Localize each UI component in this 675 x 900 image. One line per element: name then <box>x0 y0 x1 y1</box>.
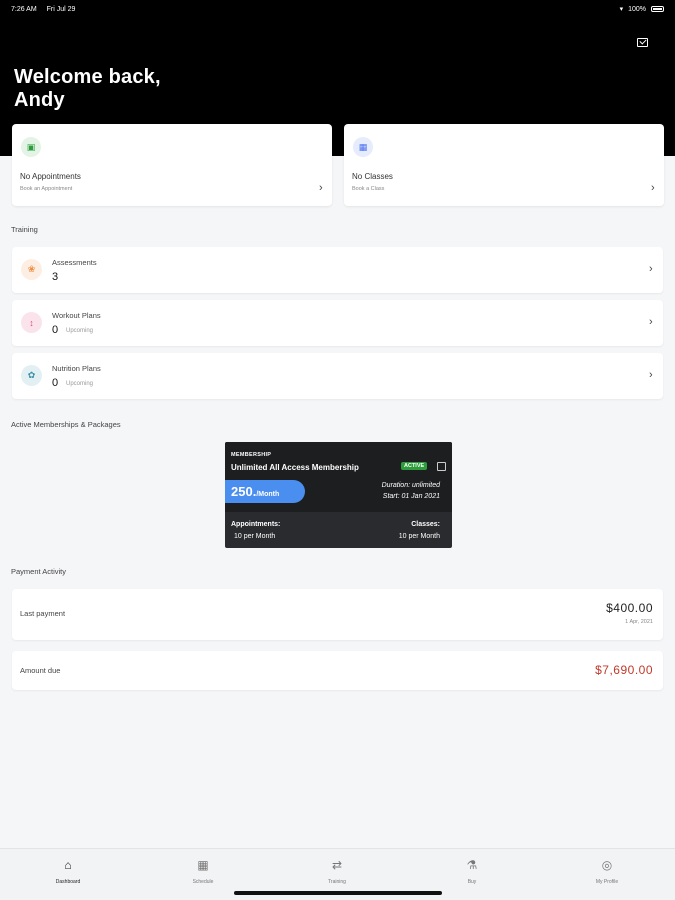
class-icon: ▦ <box>353 137 373 157</box>
membership-type: MEMBERSHIP <box>231 452 272 458</box>
membership-name: Unlimited All Access Membership <box>231 463 359 472</box>
inbox-icon[interactable] <box>637 38 648 47</box>
training-item-assessments[interactable]: ❀ Assessments 3 › <box>12 247 663 293</box>
training-item-label: Workout Plans <box>52 311 101 320</box>
profile-icon: ◎ <box>601 858 613 872</box>
tab-dashboard[interactable]: ⌂ Dashboard <box>28 858 108 886</box>
training-item-upcoming: Upcoming <box>66 381 94 387</box>
training-item-count: 3 <box>52 271 59 283</box>
membership-card[interactable]: MEMBERSHIP Unlimited All Access Membersh… <box>225 442 452 548</box>
tab-label: My Profile <box>595 879 619 885</box>
chevron-right-icon: › <box>319 182 323 194</box>
appointments-label: Appointments: <box>231 521 281 528</box>
membership-classes: Classes: 10 per Month <box>399 519 440 543</box>
tab-training[interactable]: ⇄ Training <box>297 858 377 886</box>
training-item-nutrition-plans[interactable]: ✿ Nutrition Plans 0 Upcoming › <box>12 353 663 399</box>
membership-price-pill: 250. /Month <box>225 480 305 503</box>
home-icon: ⌂ <box>64 858 72 872</box>
tab-label: Buy <box>467 879 477 885</box>
training-item-count: 0 <box>52 377 59 389</box>
status-badge: ACTIVE <box>401 462 428 470</box>
membership-duration: Duration: unlimited <box>381 482 440 489</box>
tab-my-profile[interactable]: ◎ My Profile <box>567 858 647 886</box>
amount-due-card[interactable]: Amount due $7,690.00 <box>12 651 663 690</box>
calendar-icon: ▦ <box>197 858 209 872</box>
status-bar: 7:26 AM Fri Jul 29 ▾ 100% <box>0 0 675 18</box>
tab-label: Dashboard <box>55 879 81 885</box>
wifi-icon: ▾ <box>619 6 624 13</box>
apple-icon: ✿ <box>21 365 42 386</box>
classes-value: 10 per Month <box>398 533 440 540</box>
amount-due-label: Amount due <box>20 666 61 675</box>
tab-buy[interactable]: ⚗ Buy <box>432 858 512 886</box>
classes-title: No Classes <box>352 172 393 181</box>
chevron-right-icon: › <box>649 316 653 328</box>
status-date: Fri Jul 29 <box>46 5 76 13</box>
last-payment-card[interactable]: Last payment $400.00 1 Apr, 2021 <box>12 589 663 640</box>
membership-period: /Month <box>256 491 280 498</box>
training-section-label: Training <box>11 225 38 234</box>
calendar-icon: ▣ <box>21 137 41 157</box>
tab-schedule[interactable]: ▦ Schedule <box>163 858 243 886</box>
appointments-value: 10 per Month <box>234 533 276 540</box>
tab-label: Schedule <box>192 879 214 885</box>
page-title: Welcome back, Andy <box>14 66 161 112</box>
training-item-label: Nutrition Plans <box>52 364 101 373</box>
calendar-icon[interactable] <box>437 462 446 471</box>
last-payment-amount: $400.00 <box>606 601 653 615</box>
greeting-name: Andy <box>14 89 65 111</box>
membership-appointments: Appointments: 10 per Month <box>231 519 280 543</box>
tab-label: Training <box>328 879 346 885</box>
appointments-title: No Appointments <box>20 172 81 181</box>
arrows-icon: ⇄ <box>331 858 343 872</box>
home-indicator <box>234 891 442 895</box>
chevron-right-icon: › <box>651 182 655 194</box>
paw-icon: ❀ <box>21 259 42 280</box>
classes-label: Classes: <box>411 521 440 528</box>
appointments-card[interactable]: ▣ No Appointments Book an Appointment › <box>12 124 332 206</box>
training-item-label: Assessments <box>52 258 97 267</box>
classes-card[interactable]: ▦ No Classes Book a Class › <box>344 124 664 206</box>
payment-section-label: Payment Activity <box>11 567 67 576</box>
membership-dates: Duration: unlimited Start: 01 Jan 2021 <box>382 480 440 502</box>
chevron-right-icon: › <box>649 263 653 275</box>
chevron-right-icon: › <box>649 369 653 381</box>
battery-icon <box>651 6 664 12</box>
appointments-subtitle: Book an Appointment <box>20 186 73 192</box>
last-payment-date: 1 Apr, 2021 <box>625 619 653 625</box>
cart-icon: ⚗ <box>466 858 478 872</box>
classes-subtitle: Book a Class <box>352 186 385 192</box>
training-item-workout-plans[interactable]: ↕ Workout Plans 0 Upcoming › <box>12 300 663 346</box>
amount-due-value: $7,690.00 <box>595 663 653 677</box>
last-payment-label: Last payment <box>20 609 66 618</box>
membership-start: Start: 01 Jan 2021 <box>382 493 440 500</box>
dumbbell-icon: ↕ <box>21 312 42 333</box>
status-time: 7:26 AM <box>11 5 37 13</box>
battery-percent: 100% <box>628 5 646 13</box>
training-item-upcoming: Upcoming <box>66 328 94 334</box>
membership-price: 250. <box>231 484 257 499</box>
memberships-section-label: Active Memberships & Packages <box>11 420 121 429</box>
greeting-line1: Welcome back, <box>14 66 161 88</box>
training-item-count: 0 <box>52 324 59 336</box>
